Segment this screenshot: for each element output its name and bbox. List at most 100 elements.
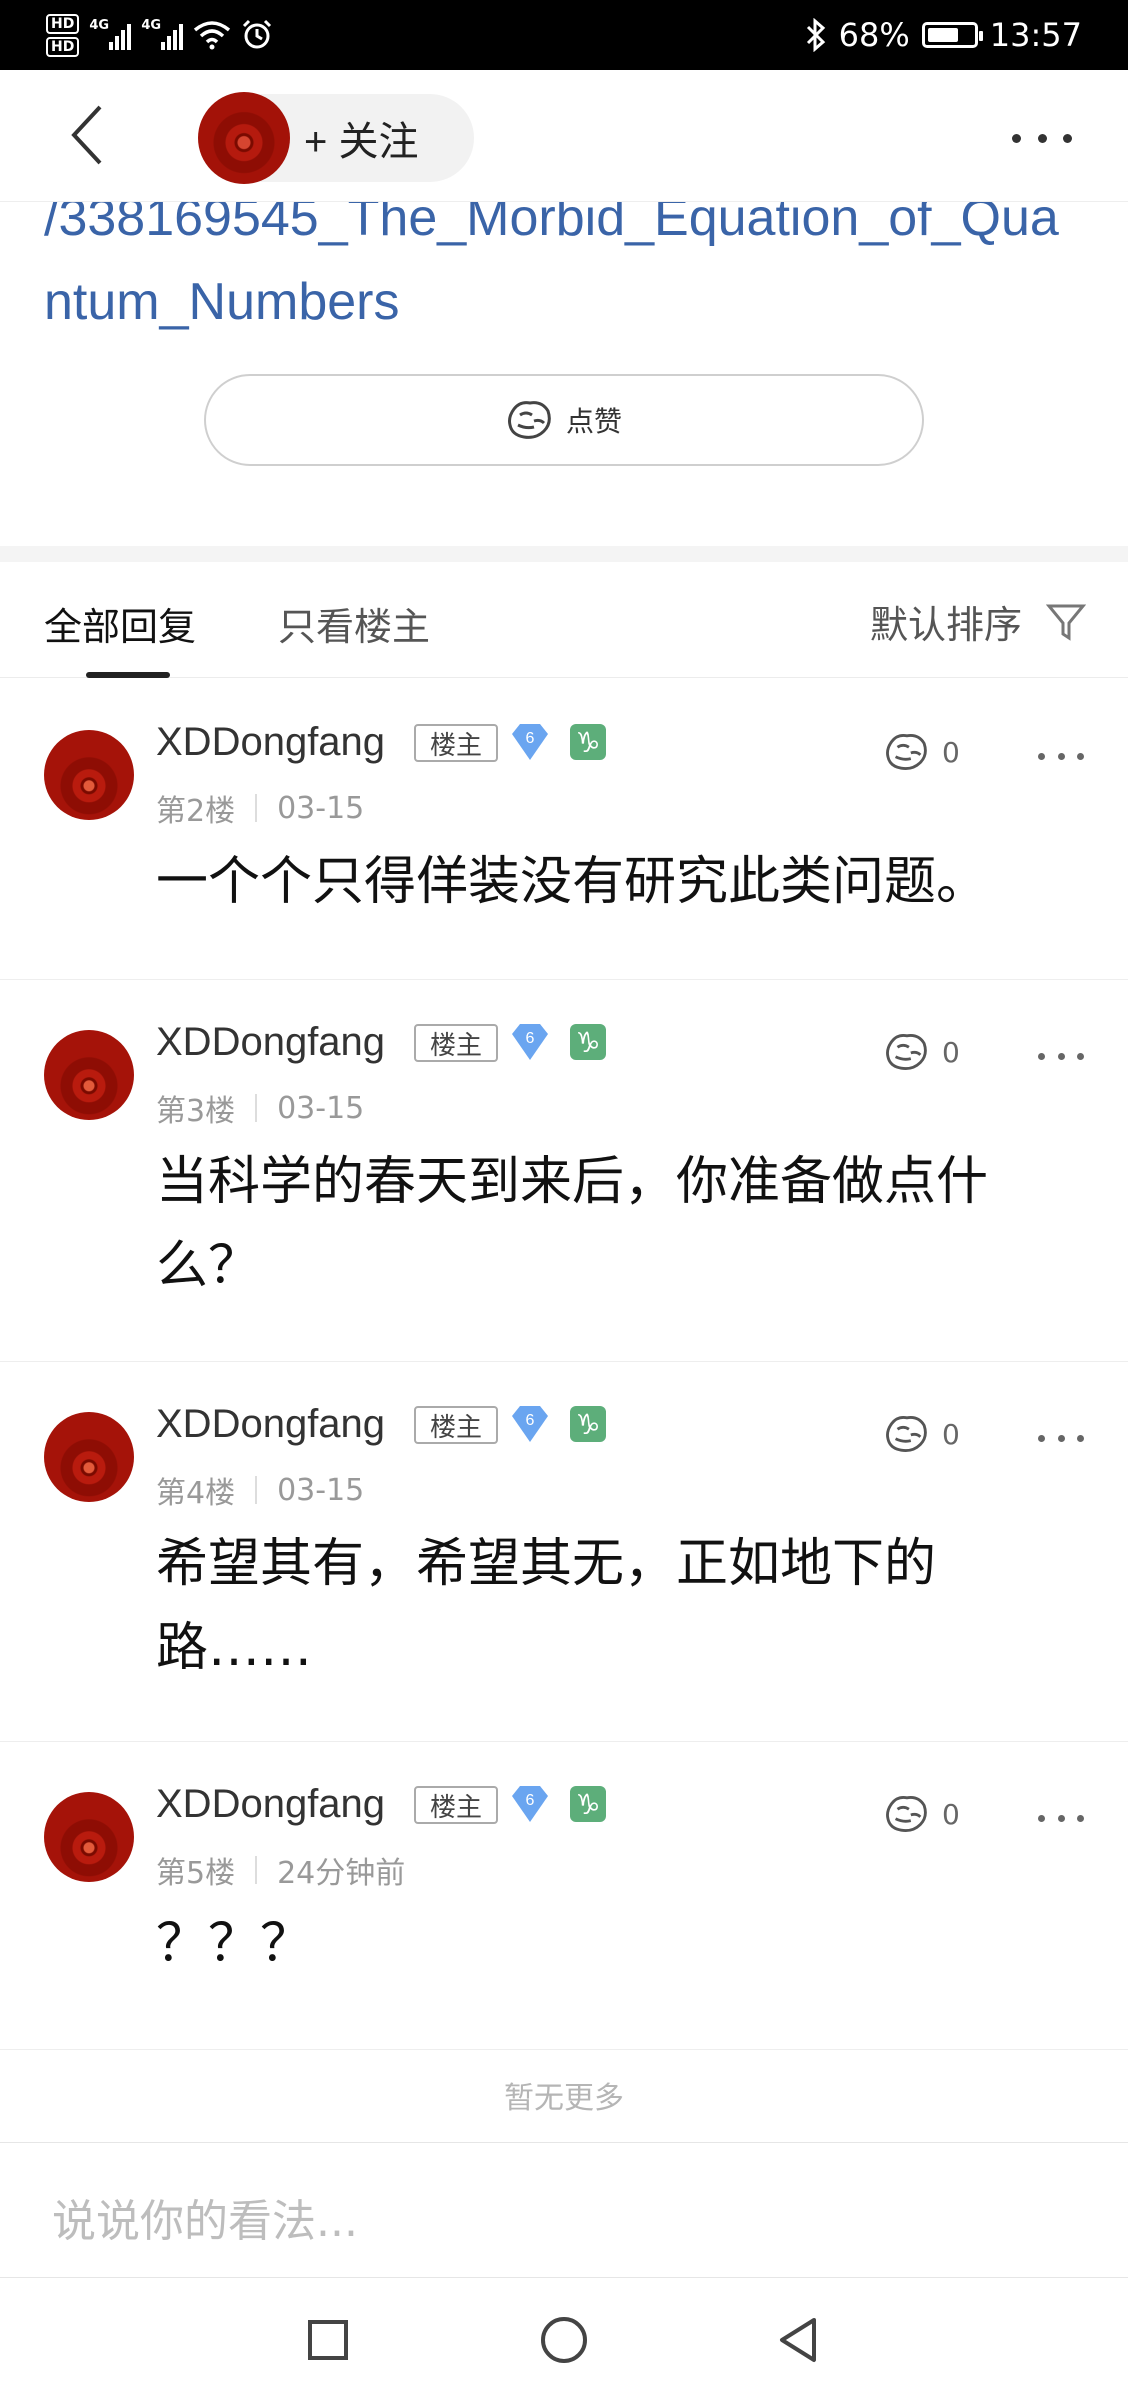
like-icon [886, 1416, 927, 1452]
reply-time: 03-15 [277, 1090, 365, 1126]
hd-icon: HD [46, 13, 80, 34]
tab-indicator [86, 672, 170, 678]
author-follow-pill[interactable]: + 关注 [198, 92, 474, 184]
chevron-left-icon [71, 105, 102, 165]
reply-time: 03-15 [277, 1472, 365, 1508]
more-icon[interactable] [1012, 118, 1072, 158]
like-button[interactable]: 点赞 [204, 374, 924, 466]
signal-icon: 4G [89, 18, 132, 50]
reply-more-icon[interactable] [1038, 1046, 1084, 1066]
floor-number: 第2楼 [156, 794, 236, 829]
no-more-label: 暂无更多 [504, 2081, 624, 2116]
zodiac-icon: ♑ [570, 1024, 606, 1060]
battery-icon [921, 22, 983, 48]
network-type-label: 4G [89, 18, 110, 33]
home-icon[interactable] [536, 2312, 592, 2368]
reply-tabs: 全部回复 只看楼主 默认排序 [0, 562, 1128, 678]
like-label: 点赞 [565, 405, 622, 438]
like-count: 0 [942, 1035, 960, 1069]
meta-divider [255, 1094, 258, 1122]
op-badge: 楼主 [414, 1786, 498, 1824]
level-badge-icon: 6 [512, 1786, 548, 1822]
like-count: 0 [942, 735, 960, 769]
status-bar: HD HD 4G 4G 68% 13:57 [0, 0, 1128, 70]
zodiac-icon: ♑ [570, 1406, 606, 1442]
wifi-icon [194, 21, 231, 50]
username[interactable]: XDDongfang [156, 1402, 385, 1447]
battery-percent: 68% [838, 16, 910, 54]
recents-icon[interactable] [300, 2312, 356, 2368]
reply-like-button[interactable]: 0 [884, 1032, 960, 1072]
filter-icon [1046, 604, 1086, 641]
signal-icon: 4G [141, 18, 184, 50]
reply-time: 03-15 [277, 790, 365, 826]
like-count: 0 [942, 1417, 960, 1451]
system-nav-bar [0, 2278, 1128, 2400]
back-nav-icon[interactable] [770, 2312, 826, 2368]
tab-all-replies[interactable]: 全部回复 [44, 596, 196, 651]
list-item[interactable]: XDDongfang 楼主 6 ♑ 第4楼 03-15 0 希望其有，希望其无，正如地下的路…… [0, 1362, 1128, 1742]
reply-meta: 第3楼 03-15 [156, 1086, 364, 1130]
reply-like-button[interactable]: 0 [884, 1414, 960, 1454]
reply-meta: 第4楼 03-15 [156, 1468, 364, 1512]
alarm-icon [243, 19, 272, 49]
level-badge-icon: 6 [512, 724, 548, 760]
avatar[interactable] [44, 730, 134, 820]
op-badge: 楼主 [414, 1406, 498, 1444]
like-count: 0 [942, 1797, 960, 1831]
meta-divider [255, 1476, 258, 1504]
comment-input[interactable]: 说说你的看法... [52, 2185, 358, 2249]
reply-content: 一个个只得佯装没有研究此类问题。 [156, 852, 989, 912]
meta-divider [255, 794, 258, 822]
sort-button[interactable]: 默认排序 [870, 594, 1086, 649]
reply-like-button[interactable]: 0 [884, 732, 960, 772]
avatar[interactable] [198, 92, 290, 184]
op-badge: 楼主 [414, 724, 498, 762]
meta-divider [255, 1856, 258, 1884]
level-badge-icon: 6 [512, 1406, 548, 1442]
like-icon [886, 734, 927, 770]
reply-meta: 第5楼 24分钟前 [156, 1848, 405, 1892]
reply-more-icon[interactable] [1038, 746, 1084, 766]
username[interactable]: XDDongfang [156, 1020, 385, 1065]
bluetooth-icon [806, 18, 825, 52]
reply-more-icon[interactable] [1038, 1428, 1084, 1448]
avatar[interactable] [44, 1030, 134, 1120]
clock: 13:57 [989, 16, 1082, 54]
username[interactable]: XDDongfang [156, 1782, 385, 1827]
status-right: 68% 13:57 [805, 0, 1082, 70]
zodiac-icon: ♑ [570, 1786, 606, 1822]
top-nav: + 关注 [0, 70, 1128, 202]
floor-number: 第5楼 [156, 1856, 236, 1891]
hd-indicators: HD HD [46, 13, 80, 57]
reply-content: 当科学的春天到来后，你准备做点什么？ [156, 1152, 989, 1296]
battery-fill [927, 28, 958, 42]
comment-bar: 说说你的看法... [0, 2142, 1128, 2278]
reply-more-icon[interactable] [1038, 1808, 1084, 1828]
level-value: 6 [526, 730, 535, 747]
hd-icon: HD [46, 36, 80, 57]
list-item[interactable]: XDDongfang 楼主 6 ♑ 第3楼 03-15 0 当科学的春天到来后，你准备做点什么… [0, 980, 1128, 1362]
reply-time: 24分钟前 [277, 1856, 406, 1891]
section-divider [0, 546, 1128, 562]
avatar[interactable] [44, 1792, 134, 1882]
level-value: 6 [526, 1792, 535, 1809]
reply-content: 希望其有，希望其无，正如地下的路…… [156, 1534, 937, 1678]
avatar[interactable] [44, 1412, 134, 1502]
follow-button[interactable]: + 关注 [304, 109, 418, 167]
op-badge: 楼主 [414, 1024, 498, 1062]
list-item[interactable]: XDDongfang 楼主 6 ♑ 第5楼 24分钟前 0 ？？？ [0, 1742, 1128, 2050]
level-value: 6 [526, 1412, 535, 1429]
network-type-label: 4G [141, 18, 162, 33]
reply-like-button[interactable]: 0 [884, 1794, 960, 1834]
floor-number: 第4楼 [156, 1476, 236, 1511]
like-icon [886, 1034, 927, 1070]
back-button[interactable] [58, 100, 118, 170]
list-item[interactable]: XDDongfang 楼主 6 ♑ 第2楼 03-15 0 一个个只得佯装没有研究此类问题。 [0, 680, 1128, 980]
like-icon [507, 401, 551, 439]
floor-number: 第3楼 [156, 1094, 236, 1129]
reply-content: ？？？ [156, 1914, 313, 1974]
username[interactable]: XDDongfang [156, 720, 385, 765]
like-icon [886, 1796, 927, 1832]
tab-only-op[interactable]: 只看楼主 [278, 596, 430, 651]
